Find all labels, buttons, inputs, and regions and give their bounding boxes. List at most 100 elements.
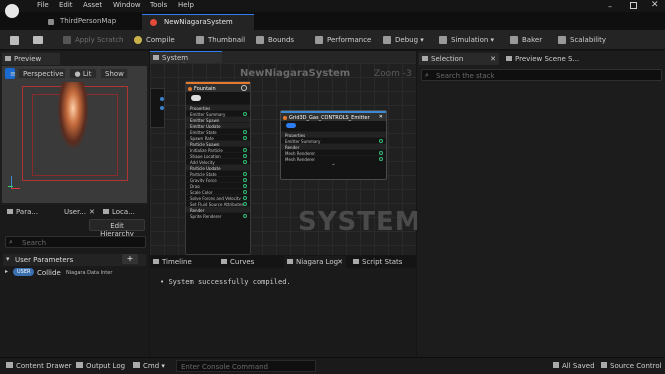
menu-window[interactable]: Window — [113, 1, 141, 9]
tab-parameters[interactable]: Para... — [4, 206, 44, 218]
unreal-logo-icon[interactable] — [5, 4, 19, 18]
local-tab-label: Loca... — [112, 208, 135, 216]
simulation-button[interactable]: Simulation ▾ — [439, 33, 494, 47]
timeline-icon — [153, 259, 159, 264]
pin-icon — [160, 97, 164, 101]
tab-script-stats[interactable]: Script Stats — [350, 256, 414, 268]
cmd-label: Cmd — [143, 362, 160, 370]
menu-edit[interactable]: Edit — [59, 1, 73, 9]
settings-icon — [506, 56, 512, 61]
module-enable-icon[interactable] — [243, 136, 247, 140]
close-icon[interactable]: ✕ — [379, 114, 383, 120]
tab-preview-scene-settings[interactable]: Preview Scene S... — [503, 53, 587, 65]
minimize-button[interactable]: – — [608, 2, 612, 11]
performance-button[interactable]: Performance — [315, 33, 371, 47]
system-node[interactable] — [150, 88, 165, 128]
chevron-down-icon: ▾ — [159, 362, 165, 370]
chevron-down-icon: ▾ — [6, 255, 10, 263]
module-enable-icon[interactable] — [243, 112, 247, 116]
source-control-button[interactable]: Source Control — [601, 362, 662, 370]
tab-new-niagara-system[interactable]: NewNiagaraSystem — [142, 14, 254, 30]
compile-button[interactable]: Compile — [134, 33, 175, 47]
cmd-icon — [133, 362, 140, 368]
chevron-down-icon: ▾ — [488, 36, 495, 44]
menu-asset[interactable]: Asset — [83, 1, 102, 9]
parameter-row[interactable]: ▸ USER Collide Niagara Data Inter — [3, 267, 146, 279]
cmd-button[interactable]: Cmd ▾ — [133, 362, 165, 370]
tab-niagara-log[interactable]: Niagara Log ✕ — [284, 256, 346, 268]
tab-local-parameters[interactable]: Loca... — [100, 206, 146, 218]
stack-search-input[interactable]: ⌕ Search the stack — [421, 69, 662, 81]
stack-module[interactable]: Sprite Renderer — [186, 212, 250, 219]
debug-button[interactable]: Debug ▾ — [383, 33, 424, 47]
drawer-icon — [6, 362, 13, 368]
maximize-button[interactable] — [630, 2, 637, 9]
section-label: User Parameters — [15, 256, 74, 264]
close-button[interactable]: ✕ — [651, 0, 659, 10]
stack-module[interactable]: Spawn Rate — [186, 134, 250, 141]
log-message: • System successfully compiled. — [160, 278, 291, 286]
node-header[interactable]: Fountain — [186, 82, 250, 92]
thumbnail-label: Thumbnail — [208, 36, 246, 44]
thumbnail-icon — [196, 36, 204, 44]
module-enable-icon[interactable] — [379, 157, 383, 161]
tab-preview[interactable]: Preview — [2, 53, 60, 65]
bounds-button[interactable]: Bounds — [256, 33, 294, 47]
add-parameter-button[interactable]: + — [122, 254, 138, 264]
parameter-value[interactable]: Niagara Data Inter — [66, 270, 112, 276]
node-thumbnail-row — [186, 92, 250, 104]
console-command-input[interactable]: Enter Console Command — [176, 360, 316, 372]
browse-icon[interactable] — [33, 36, 43, 44]
output-log-button[interactable]: Output Log — [76, 362, 125, 370]
selection-tab-label: Selection — [431, 55, 464, 63]
close-icon[interactable]: ✕ — [337, 258, 343, 266]
module-enable-icon[interactable] — [379, 139, 383, 143]
enable-toggle[interactable] — [286, 123, 296, 128]
baker-button[interactable]: Baker — [510, 33, 542, 47]
menu-file[interactable]: File — [37, 1, 49, 9]
node-stack: Properties Emitter Summary Emitter Spawn Em… — [186, 104, 250, 219]
scalability-button[interactable]: Scalability — [558, 33, 606, 47]
close-icon[interactable]: ✕ — [490, 55, 496, 63]
stack-module[interactable]: Emitter Summary — [281, 137, 386, 144]
tab-selection[interactable]: Selection ✕ — [419, 53, 499, 65]
stack-module[interactable]: Emitter Summary — [186, 110, 250, 117]
search-icon: ⌕ — [9, 238, 13, 246]
show-button[interactable]: Show — [100, 68, 128, 79]
stack-module[interactable]: Add Velocity — [186, 158, 250, 165]
edit-hierarchy-button[interactable]: Edit Hierarchy — [89, 219, 145, 238]
log-panel: Timeline Curves Niagara Log ✕ Script Stat… — [150, 256, 416, 357]
menu-tools[interactable]: Tools — [150, 1, 167, 9]
thumbnail-button[interactable]: Thumbnail — [196, 33, 245, 47]
apply-scratch-button[interactable]: Apply Scratch — [63, 33, 123, 47]
parameters-search-input[interactable]: ⌕ Search — [5, 236, 146, 248]
system-overview-panel: System Overview NewNiagaraSystem Zoom -3… — [150, 51, 421, 255]
enable-toggle[interactable] — [191, 95, 201, 101]
close-icon[interactable]: ✕ — [89, 208, 95, 216]
tab-timeline[interactable]: Timeline — [150, 256, 216, 268]
module-enable-icon[interactable] — [243, 202, 247, 206]
stack-module[interactable]: Set Fluid Source Attributes — [186, 200, 250, 207]
perspective-button[interactable]: Perspective — [18, 68, 66, 79]
tab-user-parameters[interactable]: User... ✕ — [52, 206, 95, 218]
save-status-icon — [553, 362, 559, 368]
module-enable-icon[interactable] — [243, 214, 247, 218]
tab-system-overview[interactable]: System Overview — [150, 51, 222, 70]
tab-curves[interactable]: Curves — [218, 256, 282, 268]
user-parameters-section[interactable]: ▾ User Parameters + — [3, 254, 146, 266]
tab-third-person-map[interactable]: ThirdPersonMap — [38, 14, 138, 30]
lit-button[interactable]: ● Lit — [69, 68, 97, 79]
menu-help[interactable]: Help — [178, 1, 194, 9]
preview-viewport[interactable]: ≡ Perspective ● Lit Show — [2, 66, 147, 203]
parameters-icon — [7, 209, 13, 214]
graph-canvas[interactable]: NewNiagaraSystem Zoom -3 SYSTEM Fountain… — [150, 63, 421, 255]
module-enable-icon[interactable] — [243, 160, 247, 164]
content-drawer-button[interactable]: Content Drawer — [6, 362, 72, 370]
save-icon[interactable] — [10, 36, 19, 45]
fountain-emitter-node[interactable]: Fountain Properties Emitter Summary Emitte… — [185, 81, 251, 255]
all-saved-indicator[interactable]: All Saved — [553, 362, 595, 370]
viewport-menu-button[interactable]: ≡ — [5, 68, 16, 79]
stack-module[interactable]: Mesh Renderer — [281, 155, 386, 162]
node-header[interactable]: Grid3D_Gas_CONTROLS_Emitter ✕ — [281, 111, 386, 121]
grid3d-emitter-node[interactable]: Grid3D_Gas_CONTROLS_Emitter ✕ Properties… — [280, 110, 387, 180]
